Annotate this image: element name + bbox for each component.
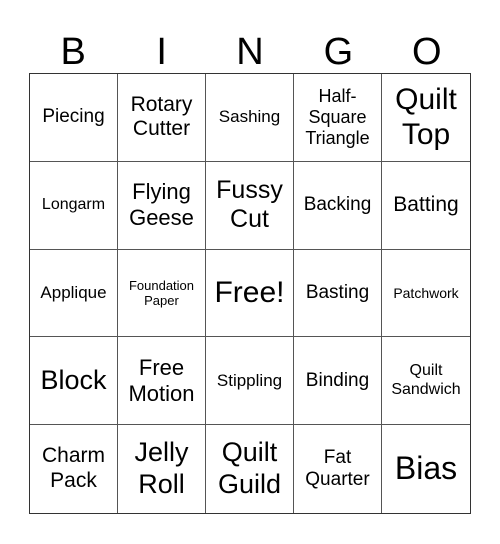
bingo-cell[interactable]: Longarm	[30, 161, 118, 250]
bingo-cell[interactable]: Stippling	[206, 337, 294, 426]
bingo-cell[interactable]: Fussy Cut	[206, 161, 294, 250]
bingo-cell[interactable]: Block	[30, 337, 118, 426]
bingo-cell[interactable]: Foundation Paper	[118, 249, 206, 338]
bingo-cell[interactable]: Piecing	[30, 74, 118, 162]
bingo-cell[interactable]: Half-Square Triangle	[294, 74, 382, 162]
header-letter-o: O	[412, 31, 442, 73]
bingo-cell[interactable]: Quilt Guild	[206, 425, 294, 513]
bingo-cell[interactable]: Sashing	[206, 74, 294, 162]
bingo-cell[interactable]: Quilt Top	[382, 74, 470, 162]
bingo-cell[interactable]: Applique	[30, 249, 118, 338]
bingo-cell[interactable]: Binding	[294, 337, 382, 426]
bingo-cell[interactable]: Flying Geese	[118, 161, 206, 250]
header-letter-b: B	[60, 31, 86, 73]
header-letter-g: G	[323, 31, 354, 73]
bingo-grid: Piecing Rotary Cutter Sashing Half-Squar…	[29, 73, 471, 514]
bingo-header: B I N G O	[29, 30, 471, 74]
bingo-cell[interactable]: Fat Quarter	[294, 425, 382, 513]
bingo-cell[interactable]: Quilt Sandwich	[382, 337, 470, 426]
header-letter-i: I	[156, 31, 167, 73]
bingo-cell[interactable]: Jelly Roll	[118, 425, 206, 513]
free-space[interactable]: Free!	[206, 249, 294, 338]
header-letter-n: N	[236, 31, 264, 73]
bingo-cell[interactable]: Batting	[382, 162, 470, 250]
bingo-cell[interactable]: Charm Pack	[30, 425, 118, 513]
bingo-cell[interactable]: Bias	[382, 425, 470, 513]
bingo-cell[interactable]: Backing	[294, 161, 382, 250]
bingo-cell[interactable]: Basting	[294, 249, 382, 338]
bingo-cell[interactable]: Free Motion	[118, 337, 206, 426]
bingo-cell[interactable]: Rotary Cutter	[118, 74, 206, 162]
bingo-cell[interactable]: Patchwork	[382, 250, 470, 338]
